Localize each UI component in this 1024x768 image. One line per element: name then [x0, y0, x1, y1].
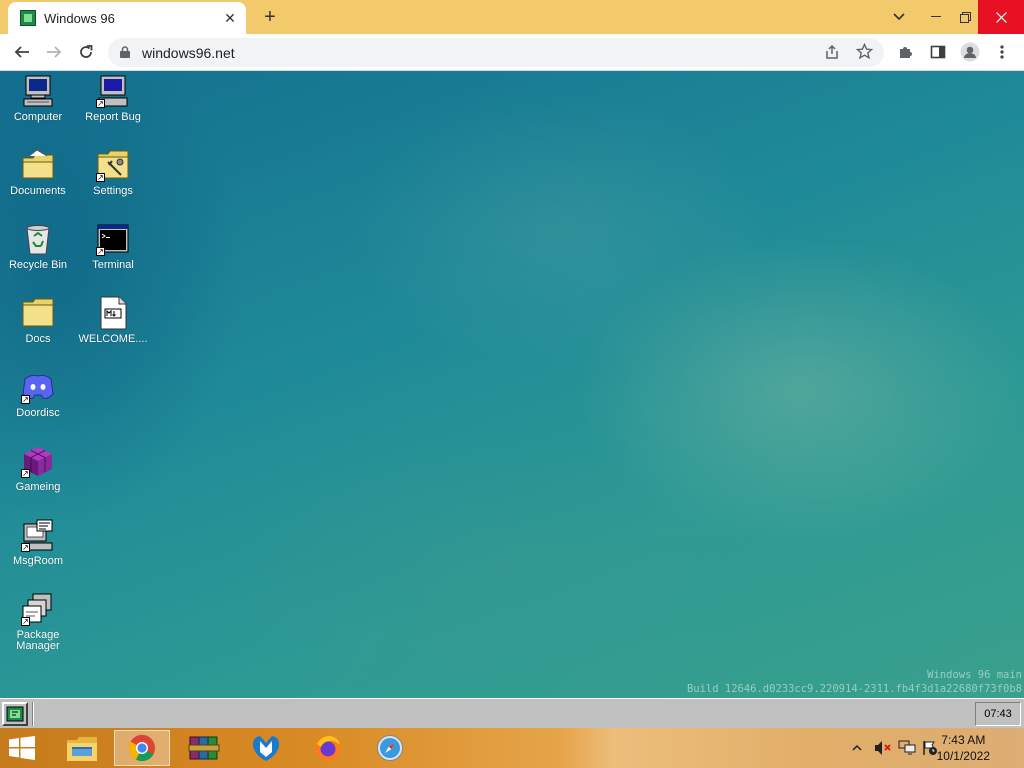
tab-close-icon[interactable]: ✕ [222, 10, 238, 26]
icon-label: Doordisc [16, 407, 60, 419]
package-manager-icon: ↗ [21, 592, 55, 626]
desktop-icon-doordisc[interactable]: ↗ Doordisc [2, 370, 74, 419]
windows96-start-button[interactable] [2, 702, 28, 726]
action-center-flag-icon[interactable] [922, 740, 938, 759]
icon-label: WELCOME.... [78, 333, 148, 345]
minimize-button[interactable] [920, 0, 952, 34]
extensions-puzzle-icon[interactable] [892, 38, 920, 66]
url-text[interactable]: windows96.net [142, 45, 235, 61]
side-panel-icon[interactable] [924, 38, 952, 66]
desktop-icon-package-manager[interactable]: ↗ Package Manager [2, 592, 74, 652]
bookmark-star-icon[interactable] [855, 42, 874, 65]
desktop-icon-welcome[interactable]: WELCOME.... [77, 296, 149, 345]
icon-label: Package Manager [16, 629, 60, 652]
icon-label: Recycle Bin [8, 259, 68, 271]
host-taskbar: 7:43 AM 10/1/2022 [0, 728, 1024, 768]
gameing-icon: ↗ [21, 444, 55, 478]
build-line-1: Windows 96 main [927, 669, 1022, 681]
shortcut-arrow-icon: ↗ [96, 247, 105, 256]
browser-tab-strip: Windows 96 ✕ + [0, 0, 1024, 34]
shortcut-arrow-icon: ↗ [96, 99, 105, 108]
markdown-file-icon [96, 296, 130, 330]
icon-label: Gameing [15, 481, 61, 493]
address-bar[interactable]: windows96.net [108, 38, 884, 67]
report-bug-icon: ↗ [96, 74, 130, 108]
close-window-button[interactable] [978, 0, 1024, 34]
malwarebytes-icon[interactable] [238, 730, 294, 766]
terminal-icon: ↗ [96, 222, 130, 256]
folder-icon [21, 296, 55, 330]
icon-label: Computer [13, 111, 63, 123]
desktop-icon-terminal[interactable]: ↗ Terminal [77, 222, 149, 271]
build-line-2: Build 12646.d0233cc9.220914-2311.fb4f3d1… [686, 683, 1022, 695]
build-watermark: Windows 96 main Build 12646.d0233cc9.220… [687, 668, 1022, 696]
shortcut-arrow-icon: ↗ [21, 543, 30, 552]
browser-tab[interactable]: Windows 96 ✕ [8, 2, 246, 34]
computer-icon [21, 74, 55, 108]
desktop-icon-report-bug[interactable]: ↗ Report Bug [77, 74, 149, 123]
windows96-clock[interactable]: 07:43 [975, 702, 1021, 726]
reload-button[interactable] [72, 38, 100, 66]
icon-label: Documents [10, 185, 66, 197]
icon-label: MsgRoom [12, 555, 64, 567]
share-icon[interactable] [824, 44, 840, 65]
volume-muted-icon[interactable] [874, 740, 892, 759]
chrome-icon[interactable] [114, 730, 170, 766]
windows96-taskbar: 07:43 [0, 698, 1024, 728]
shortcut-arrow-icon: ↗ [96, 173, 105, 182]
safari-icon[interactable] [362, 730, 418, 766]
forward-button[interactable] [40, 38, 68, 66]
lock-icon[interactable] [120, 46, 130, 58]
msgroom-icon: ↗ [21, 518, 55, 552]
taskbar-separator [32, 702, 34, 726]
tab-search-chevron-down-icon[interactable] [884, 0, 914, 34]
tab-title: Windows 96 [44, 10, 115, 26]
new-tab-button[interactable]: + [258, 6, 282, 28]
doordisc-icon: ↗ [21, 370, 55, 404]
back-button[interactable] [8, 38, 36, 66]
icon-label: Docs [25, 333, 51, 345]
shortcut-arrow-icon: ↗ [21, 469, 30, 478]
desktop-icon-recycle-bin[interactable]: Recycle Bin [2, 222, 74, 271]
desktop-icon-documents[interactable]: Documents [2, 148, 74, 197]
shortcut-arrow-icon: ↗ [21, 617, 30, 626]
firefox-icon[interactable] [300, 730, 356, 766]
recycle-bin-icon [21, 222, 55, 256]
desktop-icon-msgroom[interactable]: ↗ MsgRoom [2, 518, 74, 567]
desktop-icon-computer[interactable]: Computer [2, 74, 74, 123]
shortcut-arrow-icon: ↗ [21, 395, 30, 404]
windows96-desktop[interactable]: Computer ↗ Report Bug Documents ↗ Settin… [0, 71, 1024, 698]
desktop-icon-settings[interactable]: ↗ Settings [77, 148, 149, 197]
clock-time: 7:43 AM [941, 733, 986, 747]
winrar-icon[interactable] [176, 730, 232, 766]
browser-toolbar: windows96.net [0, 34, 1024, 71]
clock-date: 10/1/2022 [936, 749, 990, 763]
show-hidden-icons-chevron-up-icon[interactable] [852, 740, 862, 755]
icon-label: Terminal [92, 259, 134, 271]
restore-button[interactable] [952, 0, 978, 34]
windows96-favicon-icon [20, 10, 36, 26]
desktop-icon-gameing[interactable]: ↗ Gameing [2, 444, 74, 493]
file-explorer-icon[interactable] [54, 730, 110, 766]
windows-start-icon[interactable] [8, 736, 38, 762]
network-icon[interactable] [898, 740, 916, 759]
icon-label: Report Bug [85, 111, 141, 123]
settings-folder-icon: ↗ [96, 148, 130, 182]
system-clock[interactable]: 7:43 AM 10/1/2022 [937, 732, 990, 764]
documents-folder-icon [21, 148, 55, 182]
profile-avatar-icon[interactable] [956, 38, 984, 66]
icon-label: Settings [93, 185, 133, 197]
kebab-menu-icon[interactable] [988, 38, 1016, 66]
desktop-icon-docs[interactable]: Docs [2, 296, 74, 345]
